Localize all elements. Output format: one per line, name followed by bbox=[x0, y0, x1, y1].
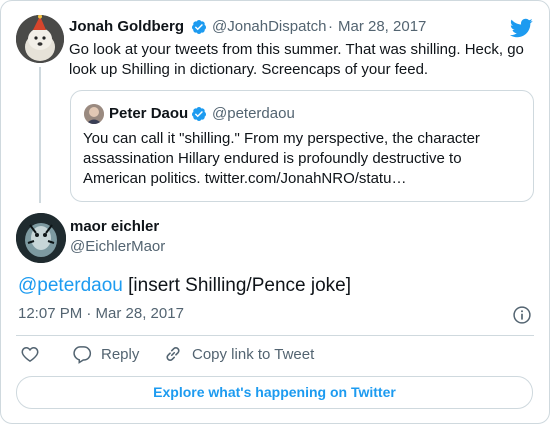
copy-link-button[interactable]: Copy link to Tweet bbox=[163, 344, 314, 364]
dot-separator: · bbox=[328, 18, 333, 35]
reply-button[interactable]: Reply bbox=[72, 344, 139, 364]
thread-connector-line bbox=[39, 67, 41, 203]
tweet-timestamp[interactable]: 12:07 PM · Mar 28, 2017 bbox=[18, 305, 184, 322]
embedded-tweet-card: Jonah Goldberg @JonahDispatch · Mar 28, … bbox=[0, 0, 550, 424]
author-handle[interactable]: @JonahDispatch bbox=[212, 18, 326, 35]
heart-icon bbox=[21, 346, 39, 362]
mention-link[interactable]: @peterdaou bbox=[18, 275, 123, 296]
main-author-handle[interactable]: @EichlerMaor bbox=[70, 238, 165, 255]
info-icon[interactable] bbox=[512, 305, 532, 325]
quoted-tweet[interactable]: Peter Daou @peterdaou You can call it "s… bbox=[70, 90, 534, 202]
tweet-text-line-1: Go look at your tweets from this summer.… bbox=[69, 41, 524, 58]
reply-label: Reply bbox=[101, 345, 140, 363]
author-name[interactable]: Jonah Goldberg bbox=[69, 18, 184, 35]
main-author-name[interactable]: maor eichler bbox=[70, 218, 159, 235]
main-tweet-body: [insert Shilling/Pence joke] bbox=[122, 275, 351, 296]
quoted-text-line-2: assassination Hillary endured is profoun… bbox=[83, 150, 462, 167]
like-button[interactable] bbox=[20, 344, 40, 364]
avatar-jonah-goldberg[interactable] bbox=[16, 15, 64, 63]
quoted-author-name: Peter Daou bbox=[109, 105, 189, 122]
quoted-text-line-3: American politics. twitter.com/JonahNRO/… bbox=[83, 170, 407, 187]
divider bbox=[16, 335, 534, 336]
link-icon bbox=[166, 347, 180, 361]
copy-link-label: Copy link to Tweet bbox=[192, 345, 315, 363]
explore-twitter-button[interactable]: Explore what's happening on Twitter bbox=[16, 376, 533, 409]
tweet-date[interactable]: Mar 28, 2017 bbox=[338, 18, 426, 35]
verified-badge-icon bbox=[191, 107, 206, 121]
avatar-maor-eichler[interactable] bbox=[16, 213, 66, 263]
main-tweet-text: @peterdaou [insert Shilling/Pence joke] bbox=[18, 275, 351, 297]
quoted-text-line-1: You can call it "shilling." From my pers… bbox=[83, 130, 480, 147]
tweet-text-line-2: look up Shilling in dictionary. Screenca… bbox=[69, 61, 429, 78]
avatar-peter-daou bbox=[84, 104, 104, 124]
reply-icon bbox=[73, 346, 92, 364]
quoted-author-handle: @peterdaou bbox=[212, 105, 295, 122]
twitter-bird-icon[interactable] bbox=[509, 16, 533, 40]
verified-badge-icon bbox=[191, 20, 206, 34]
